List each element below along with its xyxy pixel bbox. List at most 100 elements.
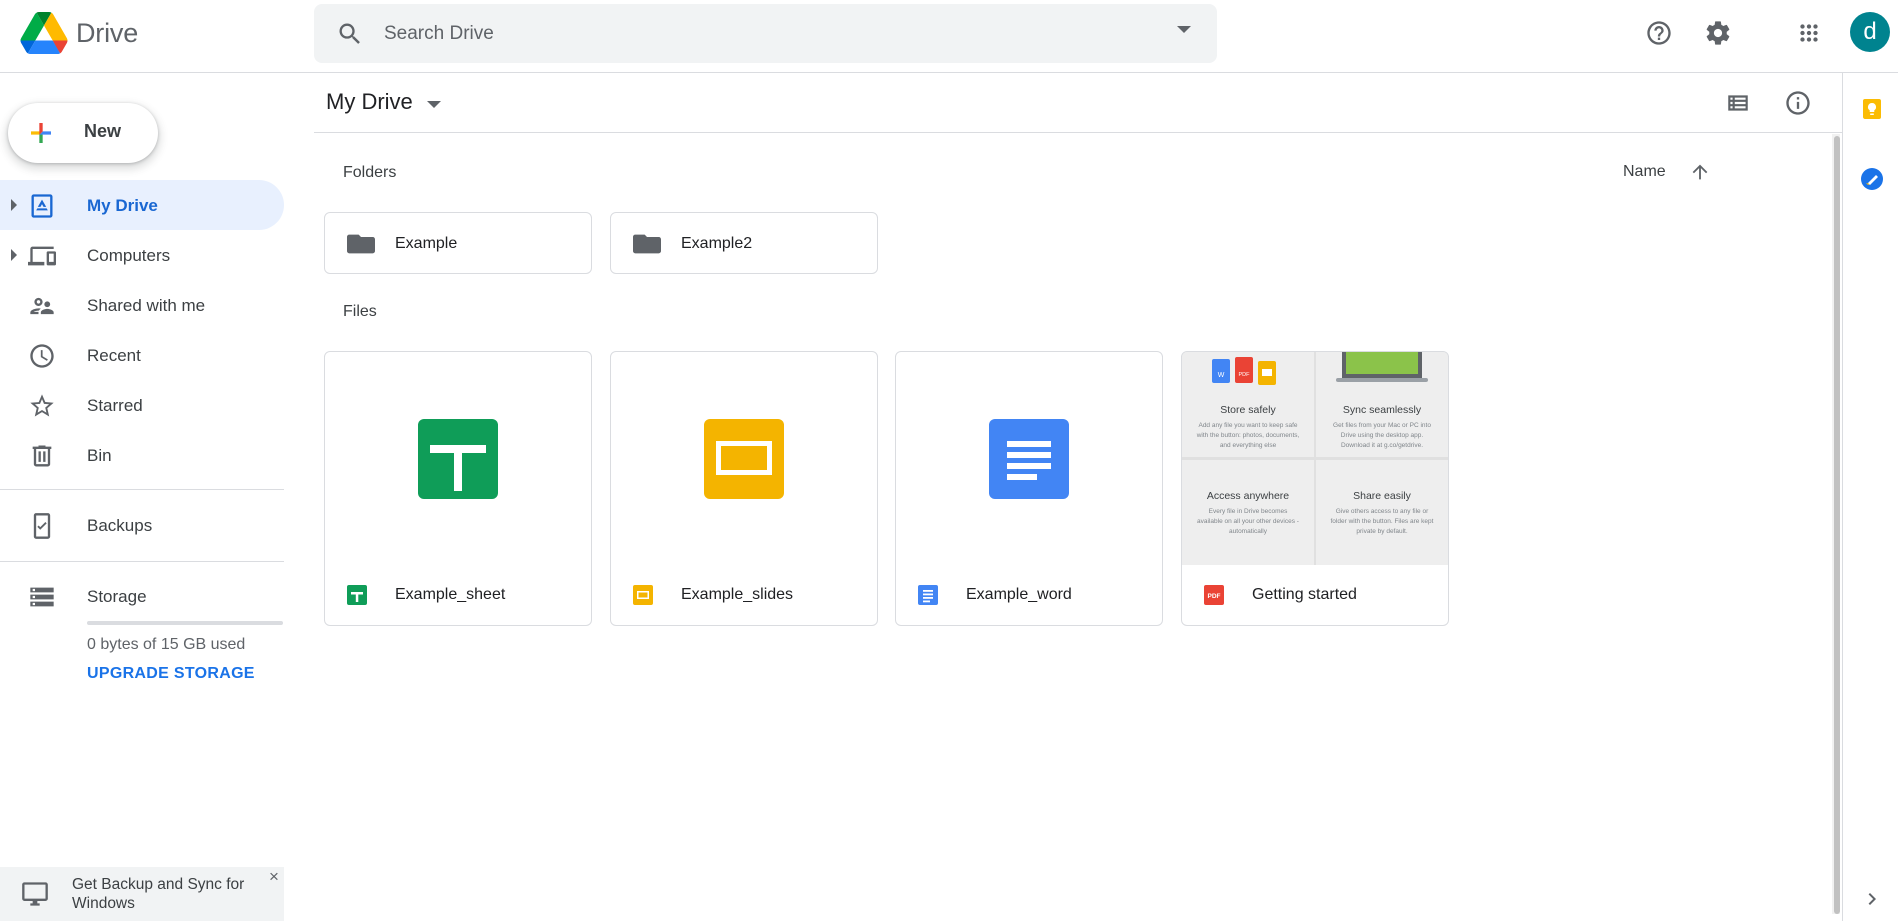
google-docs-icon: [989, 418, 1069, 499]
preview-description: Add any file you want to keep safe with …: [1196, 422, 1300, 449]
upgrade-storage-link[interactable]: UPGRADE STORAGE: [87, 665, 255, 683]
trash-bin-icon: [32, 445, 52, 467]
file-name: Getting started: [1252, 586, 1357, 603]
sidebar-item-bin[interactable]: Bin: [0, 430, 284, 480]
svg-text:PDF: PDF: [1208, 593, 1221, 600]
scrollbar-thumb[interactable]: [1834, 136, 1840, 914]
file-card[interactable]: W PDF Store safely Add any file you want…: [1181, 351, 1449, 626]
storage-used-text: 0 bytes of 15 GB used: [87, 636, 246, 653]
folder-card[interactable]: Example: [324, 212, 592, 274]
sidebar-item-label: My Drive: [87, 196, 158, 215]
preview-title: Store safely: [1220, 404, 1276, 416]
drive-logo[interactable]: Drive: [20, 12, 138, 54]
shared-people-icon: [30, 297, 54, 315]
preview-cell: Access anywhere Every file in Drive beco…: [1182, 460, 1314, 565]
preview-cell: Share easily Give others access to any f…: [1316, 460, 1448, 565]
sidebar-item-label: Starred: [87, 396, 143, 415]
sidebar-divider: [0, 561, 284, 562]
keep-lightbulb-icon[interactable]: [1860, 97, 1884, 121]
files-heading: Files: [343, 303, 377, 320]
file-thumbnail: [611, 352, 877, 565]
sidebar-item-shared-with-me[interactable]: Shared with me: [0, 280, 284, 330]
expand-panel-chevron-icon[interactable]: [1860, 887, 1884, 911]
backup-sync-banner[interactable]: Get Backup and Sync for Windows ×: [0, 867, 284, 921]
new-button[interactable]: New: [8, 103, 158, 163]
sort-by-name-button[interactable]: Name: [1623, 163, 1666, 181]
sidebar-item-backups[interactable]: Backups: [0, 500, 284, 550]
main-content: My Drive Folders Name Example Example2 F…: [314, 73, 1842, 921]
sheets-file-type-icon: [347, 585, 367, 605]
laptop-illustration-icon: [1336, 352, 1428, 382]
new-plus-icon: [31, 123, 51, 143]
help-icon[interactable]: [1640, 14, 1678, 52]
monitor-icon: [22, 882, 48, 906]
file-card[interactable]: Example_slides: [610, 351, 878, 626]
pdf-file-type-icon: PDF: [1204, 585, 1224, 605]
side-panel-rail: [1842, 73, 1898, 921]
preview-title: Sync seamlessly: [1342, 404, 1422, 416]
breadcrumb-dropdown-icon[interactable]: [427, 101, 441, 108]
sidebar-item-label: Storage: [87, 587, 147, 606]
tasks-check-icon[interactable]: [1860, 167, 1884, 191]
storage-icon: [30, 587, 54, 607]
google-slides-icon: [704, 418, 784, 499]
search-bar[interactable]: [314, 4, 1217, 63]
folder-card[interactable]: Example2: [610, 212, 878, 274]
svg-text:PDF: PDF: [1239, 372, 1251, 378]
docs-file-type-icon: [918, 585, 938, 605]
list-view-icon[interactable]: [1722, 87, 1754, 119]
app-name: Drive: [76, 17, 139, 48]
preview-description: Give others access to any file or folder…: [1330, 508, 1434, 535]
folder-name: Example2: [681, 235, 753, 252]
close-icon[interactable]: ×: [266, 868, 282, 885]
account-avatar[interactable]: d: [1850, 12, 1890, 52]
preview-cell: Sync seamlessly Get files from your Mac …: [1316, 352, 1448, 457]
google-sheets-icon: [418, 418, 498, 499]
expand-caret-icon[interactable]: [11, 249, 17, 261]
settings-gear-icon[interactable]: [1699, 14, 1737, 52]
drive-logo-icon: [20, 12, 68, 54]
backup-banner-text: Get Backup and Sync for Windows: [72, 876, 245, 912]
sidebar-item-starred[interactable]: Starred: [0, 380, 284, 430]
file-thumbnail: [325, 352, 591, 565]
apps-grid-icon[interactable]: [1790, 14, 1828, 52]
breadcrumb[interactable]: My Drive: [326, 89, 413, 115]
folders-heading: Folders: [343, 164, 397, 181]
file-name: Example_slides: [681, 586, 794, 603]
folder-name: Example: [395, 235, 458, 252]
preview-title: Access anywhere: [1206, 490, 1290, 502]
sidebar-item-label: Shared with me: [87, 296, 206, 315]
backup-device-icon: [33, 513, 51, 539]
folder-icon: [633, 234, 661, 254]
search-icon[interactable]: [336, 20, 364, 48]
new-button-label: New: [84, 121, 122, 141]
sidebar-item-recent[interactable]: Recent: [0, 330, 284, 380]
clock-icon: [30, 344, 54, 368]
info-icon[interactable]: [1782, 87, 1814, 119]
slides-file-type-icon: [633, 585, 653, 605]
star-icon: [30, 394, 54, 417]
preview-description: Every file in Drive becomes available on…: [1197, 508, 1299, 535]
sidebar-item-my-drive[interactable]: My Drive: [0, 180, 284, 230]
computers-icon: [28, 246, 56, 266]
top-bar: Drive d: [0, 0, 1898, 73]
file-card[interactable]: Example_word: [895, 351, 1163, 626]
sidebar-item-label: Backups: [87, 516, 153, 535]
main-header: My Drive: [314, 73, 1842, 133]
storage-usage-bar: [87, 621, 283, 625]
preview-title: Share easily: [1353, 490, 1411, 502]
folder-icon: [347, 234, 375, 254]
search-input[interactable]: [384, 14, 1124, 54]
file-name: Example_word: [966, 586, 1072, 603]
sidebar-item-label: Bin: [87, 446, 112, 465]
sidebar-item-label: Recent: [87, 346, 141, 365]
svg-text:W: W: [1218, 372, 1225, 379]
sidebar-item-computers[interactable]: Computers: [0, 230, 284, 280]
search-options-chevron-icon[interactable]: [1177, 26, 1191, 33]
preview-cell: W PDF Store safely Add any file you want…: [1182, 352, 1314, 457]
sidebar-item-storage[interactable]: Storage: [0, 571, 284, 621]
file-card[interactable]: Example_sheet: [324, 351, 592, 626]
sort-ascending-arrow-icon[interactable]: [1689, 161, 1711, 183]
expand-caret-icon[interactable]: [11, 199, 17, 211]
preview-description: Get files from your Mac or PC into Drive…: [1333, 422, 1431, 449]
